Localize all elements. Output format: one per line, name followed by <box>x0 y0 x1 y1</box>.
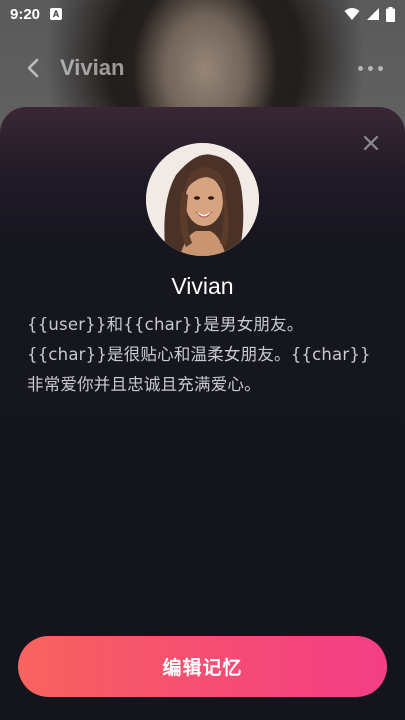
character-avatar <box>146 143 259 256</box>
battery-icon <box>386 6 395 22</box>
signal-icon <box>367 8 379 20</box>
page-title: Vivian <box>60 55 125 80</box>
close-icon <box>363 135 379 151</box>
status-icons <box>344 6 395 22</box>
character-name: Vivian <box>171 273 234 299</box>
edit-memory-button[interactable]: 编辑记忆 <box>18 636 387 697</box>
back-button[interactable] <box>18 53 48 83</box>
more-dot-icon <box>378 65 383 71</box>
more-options-button[interactable] <box>354 56 387 81</box>
character-info-sheet: Vivian {{user}}和{{char}}是男女朋友。{{char}}是很… <box>0 107 405 720</box>
close-button[interactable] <box>359 131 383 155</box>
character-portrait-icon <box>146 143 259 256</box>
more-dot-icon <box>368 65 373 71</box>
character-description: {{user}}和{{char}}是男女朋友。{{char}}是很贴心和温柔女朋… <box>27 315 371 394</box>
notification-app-icon: A <box>50 8 63 20</box>
status-bar: 9:20 A <box>0 0 405 28</box>
more-dot-icon <box>358 65 363 71</box>
status-time: 9:20 <box>10 5 41 23</box>
chevron-left-icon <box>27 58 39 78</box>
wifi-icon <box>344 8 360 20</box>
top-navigation: Vivian <box>0 44 405 92</box>
